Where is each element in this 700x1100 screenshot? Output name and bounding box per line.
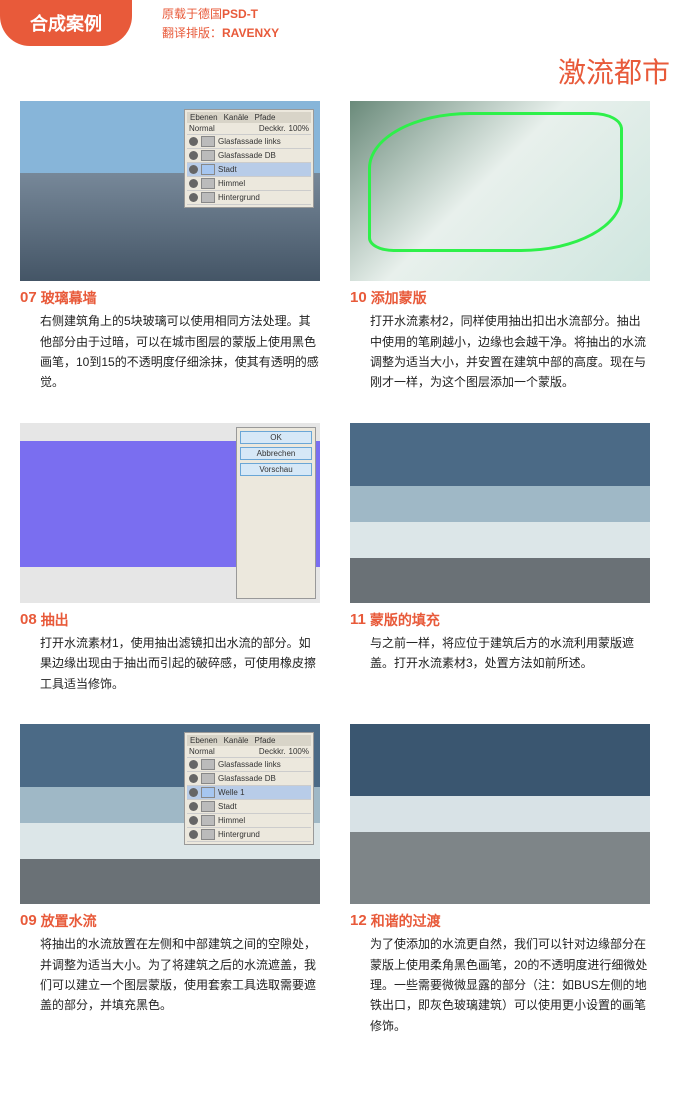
step-title: 抽出 <box>41 611 69 629</box>
layer-thumb <box>201 164 215 175</box>
layer-name: Himmel <box>218 179 245 188</box>
step-body: 将抽出的水流放置在左侧和中部建筑之间的空隙处，并调整为适当大小。为了将建筑之后的… <box>20 934 320 1016</box>
step-number: 10 <box>350 289 367 307</box>
blend-mode: Normal <box>189 124 215 133</box>
step-08: OK Abbrechen Vorschau 08 抽出 打开水流素材1，使用抽出… <box>20 423 320 694</box>
eye-icon <box>189 830 198 839</box>
ok-button: OK <box>240 431 312 444</box>
panel-tabs: Ebenen Kanäle Pfade <box>187 735 311 746</box>
eye-icon <box>189 788 198 797</box>
tab-layers: Ebenen <box>190 113 218 122</box>
layer-thumb <box>201 192 215 203</box>
step-11: 11 蒙版的填充 与之前一样，将应位于建筑后方的水流利用蒙版遮盖。打开水流素材3… <box>350 423 650 694</box>
eye-icon <box>189 760 198 769</box>
step-title: 蒙版的填充 <box>370 611 440 629</box>
extract-panel: OK Abbrechen Vorschau <box>236 427 316 599</box>
step-09: Ebenen Kanäle Pfade Normal Deckkr.100% Gl… <box>20 724 320 1036</box>
eye-icon <box>189 774 198 783</box>
layer-thumb <box>201 136 215 147</box>
step-number: 08 <box>20 611 37 629</box>
step-image: OK Abbrechen Vorschau <box>20 423 320 603</box>
cancel-button: Abbrechen <box>240 447 312 460</box>
step-image <box>350 724 650 904</box>
step-number: 07 <box>20 289 37 307</box>
layer-thumb <box>201 801 215 812</box>
layers-panel: Ebenen Kanäle Pfade Normal Deckkr.100% Gl… <box>184 732 314 845</box>
layer-thumb <box>201 815 215 826</box>
step-image <box>350 423 650 603</box>
steps-grid: Ebenen Kanäle Pfade NormalDeckkr.100% Gl… <box>0 101 700 1036</box>
opacity-label: Deckkr. <box>259 124 286 133</box>
tab-channels: Kanäle <box>224 113 249 122</box>
translator-label: 翻译排版： <box>162 26 222 40</box>
tab-channels: Kanäle <box>224 736 249 745</box>
step-number: 11 <box>350 611 366 629</box>
step-10: 10 添加蒙版 打开水流素材2，同样使用抽出扣出水流部分。抽出中使用的笔刷越小，… <box>350 101 650 393</box>
step-number: 09 <box>20 912 37 930</box>
source-label: 原载于德国 <box>162 7 222 21</box>
step-title: 玻璃幕墙 <box>41 289 97 307</box>
layer-name: Hintergrund <box>218 193 260 202</box>
eye-icon <box>189 179 198 188</box>
layer-name: Hintergrund <box>218 830 260 839</box>
eye-icon <box>189 165 198 174</box>
layer-thumb <box>201 829 215 840</box>
layer-name: Glasfassade links <box>218 137 281 146</box>
eye-icon <box>189 137 198 146</box>
tab-layers: Ebenen <box>190 736 218 745</box>
header: 合成案例 原载于德国PSD-T 翻译排版：RAVENXY <box>0 0 700 46</box>
layer-thumb <box>201 150 215 161</box>
tab-paths: Pfade <box>255 736 276 745</box>
layer-name: Glasfassade DB <box>218 774 276 783</box>
step-body: 打开水流素材1，使用抽出滤镜扣出水流的部分。如果边缘出现由于抽出而引起的破碎感，… <box>20 633 320 694</box>
layers-panel: Ebenen Kanäle Pfade Normal Deckkr.100% Gl… <box>184 109 314 208</box>
step-body: 为了使添加的水流更自然，我们可以针对边缘部分在蒙版上使用柔角黑色画笔，20的不透… <box>350 934 650 1036</box>
layer-name: Himmel <box>218 816 245 825</box>
opacity-label: Deckkr. <box>259 747 286 756</box>
panel-tabs: Ebenen Kanäle Pfade <box>187 112 311 123</box>
opacity-value: 100% <box>289 124 309 133</box>
source-value: PSD-T <box>222 7 258 21</box>
preview-button: Vorschau <box>240 463 312 476</box>
step-title: 放置水流 <box>41 912 97 930</box>
credits: 原载于德国PSD-T 翻译排版：RAVENXY <box>162 0 279 43</box>
layer-name: Stadt <box>218 165 237 174</box>
selection-outline <box>368 112 623 252</box>
eye-icon <box>189 802 198 811</box>
step-body: 打开水流素材2，同样使用抽出扣出水流部分。抽出中使用的笔刷越小，边缘也会越干净。… <box>350 311 650 393</box>
tab-paths: Pfade <box>255 113 276 122</box>
layer-thumb <box>201 178 215 189</box>
step-number: 12 <box>350 912 367 930</box>
step-image: Ebenen Kanäle Pfade Normal Deckkr.100% Gl… <box>20 101 320 281</box>
layer-name: Glasfassade links <box>218 760 281 769</box>
blend-mode: Normal <box>189 747 215 756</box>
eye-icon <box>189 151 198 160</box>
step-title: 和谐的过渡 <box>371 912 441 930</box>
layer-thumb <box>201 773 215 784</box>
eye-icon <box>189 193 198 202</box>
step-body: 与之前一样，将应位于建筑后方的水流利用蒙版遮盖。打开水流素材3，处置方法如前所述… <box>350 633 650 674</box>
step-image: Ebenen Kanäle Pfade Normal Deckkr.100% Gl… <box>20 724 320 904</box>
step-07: Ebenen Kanäle Pfade Normal Deckkr.100% Gl… <box>20 101 320 393</box>
step-title: 添加蒙版 <box>371 289 427 307</box>
layer-thumb <box>201 787 215 798</box>
opacity-value: 100% <box>289 747 309 756</box>
category-pill: 合成案例 <box>0 0 132 46</box>
eye-icon <box>189 816 198 825</box>
main-title: 激流都市 <box>0 51 670 91</box>
step-body: 右侧建筑角上的5块玻璃可以使用相同方法处理。其他部分由于过暗，可以在城市图层的蒙… <box>20 311 320 393</box>
step-12: 12 和谐的过渡 为了使添加的水流更自然，我们可以针对边缘部分在蒙版上使用柔角黑… <box>350 724 650 1036</box>
layer-thumb <box>201 759 215 770</box>
layer-name: Welle 1 <box>218 788 245 797</box>
layer-name: Glasfassade DB <box>218 151 276 160</box>
translator-value: RAVENXY <box>222 26 279 40</box>
step-image <box>350 101 650 281</box>
layer-name: Stadt <box>218 802 237 811</box>
